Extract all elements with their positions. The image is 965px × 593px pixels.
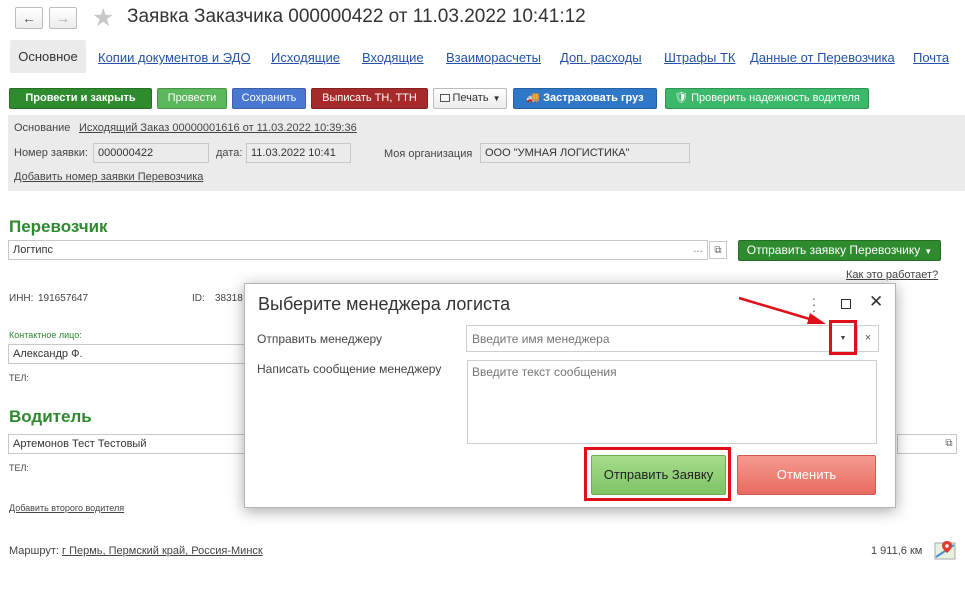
annotation-arrow [738,296,826,324]
